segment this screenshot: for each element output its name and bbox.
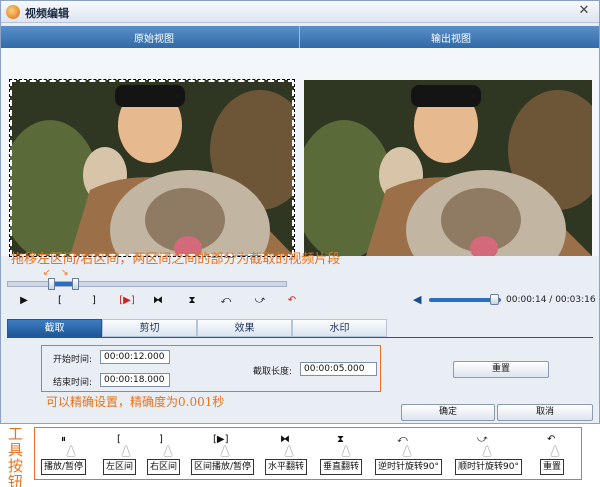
end-time-label: 结束时间:: [53, 378, 93, 388]
left-bracket-icon: [: [117, 434, 121, 445]
playback-controls: ▶ [ ] [▶] ⧓ ⧗ ⤺ ⤻ ↶: [11, 293, 301, 309]
legend-rotate-ccw: 逆时针旋转90°: [375, 459, 442, 475]
original-frame-image: [10, 80, 294, 256]
flip-vertical-button[interactable]: ⧗: [183, 293, 201, 309]
legend-rotate-cw: 顺时针旋转90°: [455, 459, 522, 475]
tab-watermark[interactable]: 水印: [292, 319, 387, 337]
crop-length-input[interactable]: [300, 362, 377, 376]
output-frame-image: [304, 80, 592, 256]
flip-horizontal-button[interactable]: ⧓: [149, 293, 167, 309]
window-title: 视频编辑: [25, 7, 69, 20]
right-range-handle[interactable]: [71, 278, 79, 290]
right-handle-arrow-icon: ↘: [61, 268, 69, 278]
pointer-icon: [342, 445, 350, 456]
original-video-preview: [10, 80, 294, 256]
right-bracket-icon: ]: [159, 434, 163, 445]
view-header-bar: 原始视图 输出视图: [1, 26, 599, 48]
legend-flip-horizontal: 水平翻转: [265, 459, 308, 475]
tab-underline: [7, 337, 593, 338]
legend-right-range: 右区间: [147, 459, 181, 475]
left-range-handle[interactable]: [48, 278, 56, 290]
app-logo-icon: [6, 5, 20, 19]
legend-reset: 重置: [540, 459, 565, 475]
ok-button[interactable]: 确定: [401, 404, 495, 421]
range-play-icon: [▶]: [213, 434, 229, 445]
timeline-track[interactable]: [7, 278, 287, 290]
pause-icon: ⏸: [61, 434, 66, 445]
legend-flip-vertical: 垂直翻转: [320, 459, 363, 475]
rotate-cw-button[interactable]: ⤻: [251, 293, 269, 309]
close-button[interactable]: ✕: [575, 3, 593, 19]
original-view-label: 原始视图: [134, 34, 174, 45]
pointer-icon: [122, 445, 130, 456]
legend-range-play-pause: 区间播放/暂停: [191, 459, 255, 475]
pointer-icon: [285, 445, 293, 456]
rotate-ccw-icon: ⤺: [397, 434, 408, 445]
start-time-label: 开始时间:: [53, 355, 93, 365]
end-time-input[interactable]: [100, 373, 170, 387]
rotate-cw-icon: ⤻: [477, 434, 488, 445]
reset-icon: ↶: [547, 434, 556, 445]
title-bar: 视频编辑 ✕: [1, 1, 599, 23]
pointer-icon: [483, 445, 491, 456]
start-time-input[interactable]: [100, 350, 170, 364]
current-time: 00:00:14: [506, 295, 547, 305]
time-readout: 00:00:14 / 00:03:16: [506, 295, 596, 305]
volume-icon[interactable]: ◀: [413, 293, 421, 306]
flip-vertical-icon: ⧗: [337, 434, 345, 445]
left-handle-arrow-icon: ↙: [43, 268, 51, 278]
right-bracket-button[interactable]: ]: [85, 293, 103, 309]
range-play-button[interactable]: [▶]: [115, 293, 139, 309]
rotate-ccw-button[interactable]: ⤺: [217, 293, 235, 309]
cancel-button[interactable]: 取消: [497, 404, 593, 421]
output-view-label: 输出视图: [431, 34, 471, 45]
flip-horizontal-icon: ⧓: [280, 434, 290, 445]
play-button[interactable]: ▶: [15, 293, 33, 309]
tool-legend-box: ⏸ 播放/暂停 [ 左区间 ] 右区间 [▶] 区间播放/暂停 ⧓ 水平翻转 ⧗…: [34, 427, 582, 480]
edit-tabs: 截取 剪切 效果 水印: [7, 319, 387, 337]
precision-annotation: 可以精确设置，精确度为0.001秒: [46, 395, 225, 409]
pointer-icon: [164, 445, 172, 456]
video-editor-window: 视频编辑 ✕ 原始视图 输出视图 拖移左区间/右区间，两区间之间的部分为截取的视…: [0, 0, 600, 424]
tool-legend-title: 工具按钮: [8, 425, 24, 487]
legend-play-pause: 播放/暂停: [41, 459, 87, 475]
drag-range-annotation: 拖移左区间/右区间，两区间之间的部分为截取的视频片段: [11, 252, 341, 267]
pointer-icon: [551, 445, 559, 456]
pointer-icon: [221, 445, 229, 456]
reset-time-button[interactable]: 重置: [453, 361, 549, 378]
volume-knob[interactable]: [489, 294, 499, 305]
preview-stage: [1, 48, 599, 257]
left-bracket-button[interactable]: [: [51, 293, 69, 309]
view-divider: [299, 26, 300, 48]
tab-effects[interactable]: 效果: [197, 319, 292, 337]
pointer-icon: [67, 445, 75, 456]
crop-length-label: 截取长度:: [253, 367, 293, 377]
reset-transform-button[interactable]: ↶: [283, 293, 301, 309]
tab-cut[interactable]: 剪切: [102, 319, 197, 337]
output-video-preview: [304, 80, 592, 256]
legend-left-range: 左区间: [103, 459, 137, 475]
total-time: 00:03:16: [555, 295, 596, 305]
tab-crop[interactable]: 截取: [7, 319, 102, 337]
pointer-icon: [403, 445, 411, 456]
